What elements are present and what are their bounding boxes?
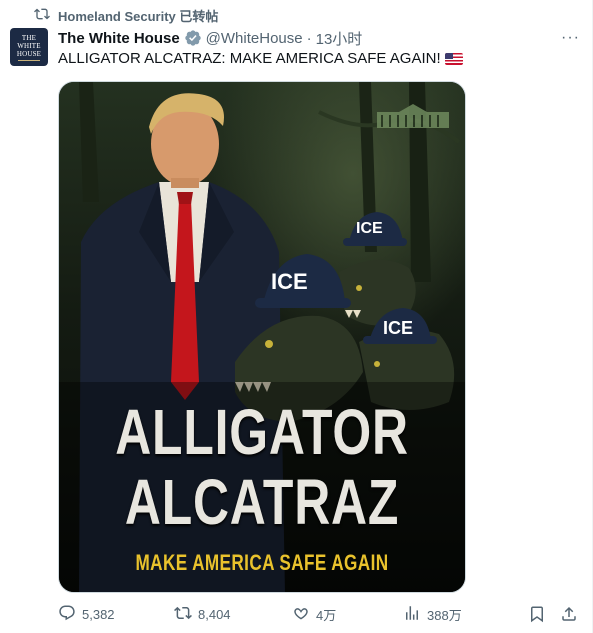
reply-count: 5,382	[82, 606, 115, 622]
retweet-indicator[interactable]: Homeland Security 已转帖	[34, 6, 218, 24]
like-count: 4万	[316, 607, 337, 623]
tweet-card[interactable]: Homeland Security 已转帖 THE WHITE HOUSE Th…	[0, 0, 593, 633]
avatar[interactable]: THE WHITE HOUSE	[10, 28, 48, 66]
header-separator: ·	[306, 29, 312, 47]
ice-cap-text: ICE	[271, 269, 308, 294]
share-icon	[562, 606, 576, 621]
repost-button[interactable]: 8,404	[174, 604, 292, 625]
like-button[interactable]: 4万	[292, 604, 403, 625]
avatar-rule	[18, 59, 40, 61]
author-handle[interactable]: @WhiteHouse	[206, 30, 303, 47]
tweet-text-content: ALLIGATOR ALCATRAZ: MAKE AMERICA SAFE AG…	[58, 50, 441, 67]
heart-icon	[292, 604, 310, 625]
ice-cap-text: ICE	[356, 220, 383, 237]
avatar-text-line2: WHITE	[17, 41, 41, 50]
repost-count: 8,404	[198, 606, 231, 622]
verified-badge-icon[interactable]	[184, 29, 202, 47]
poster-title-line1: ALLIGATOR	[115, 396, 409, 468]
views-chart-icon	[403, 604, 421, 625]
tweet-media-image[interactable]: ICE ICE ICE ALLIGATOR ALCATRAZ MAKE AMER…	[58, 81, 466, 593]
poster-title-line2: ALCATRAZ	[124, 466, 400, 538]
avatar-text-line3: HOUSE	[16, 49, 42, 58]
tweet-time[interactable]: 13小时	[316, 28, 363, 49]
share-button[interactable]	[560, 605, 578, 623]
poster-subtitle: MAKE AMERICA SAFE AGAIN	[135, 550, 389, 575]
retweet-label: Homeland Security 已转帖	[58, 8, 219, 24]
author-name[interactable]: The White House	[58, 30, 180, 47]
retweet-icon	[34, 6, 50, 25]
reply-button[interactable]: 5,382	[58, 604, 174, 625]
avatar-text-line1: THE	[21, 33, 37, 42]
views-count: 388万	[427, 607, 462, 623]
action-right-group	[528, 605, 578, 623]
ice-cap-text: ICE	[383, 318, 414, 338]
views-button[interactable]: 388万	[403, 604, 503, 625]
tweet-actions-bar: 5,382 8,404 4万 388万	[58, 603, 578, 625]
tweet-text: ALLIGATOR ALCATRAZ: MAKE AMERICA SAFE AG…	[58, 50, 463, 67]
more-options-icon[interactable]: ···	[561, 29, 580, 47]
repost-icon	[174, 604, 192, 625]
reply-icon	[58, 604, 76, 625]
bookmark-icon	[531, 606, 543, 623]
us-flag-icon	[444, 52, 463, 65]
tweet-header: The White House @WhiteHouse · 13小时 ···	[58, 28, 580, 48]
bookmark-button[interactable]	[528, 605, 546, 623]
